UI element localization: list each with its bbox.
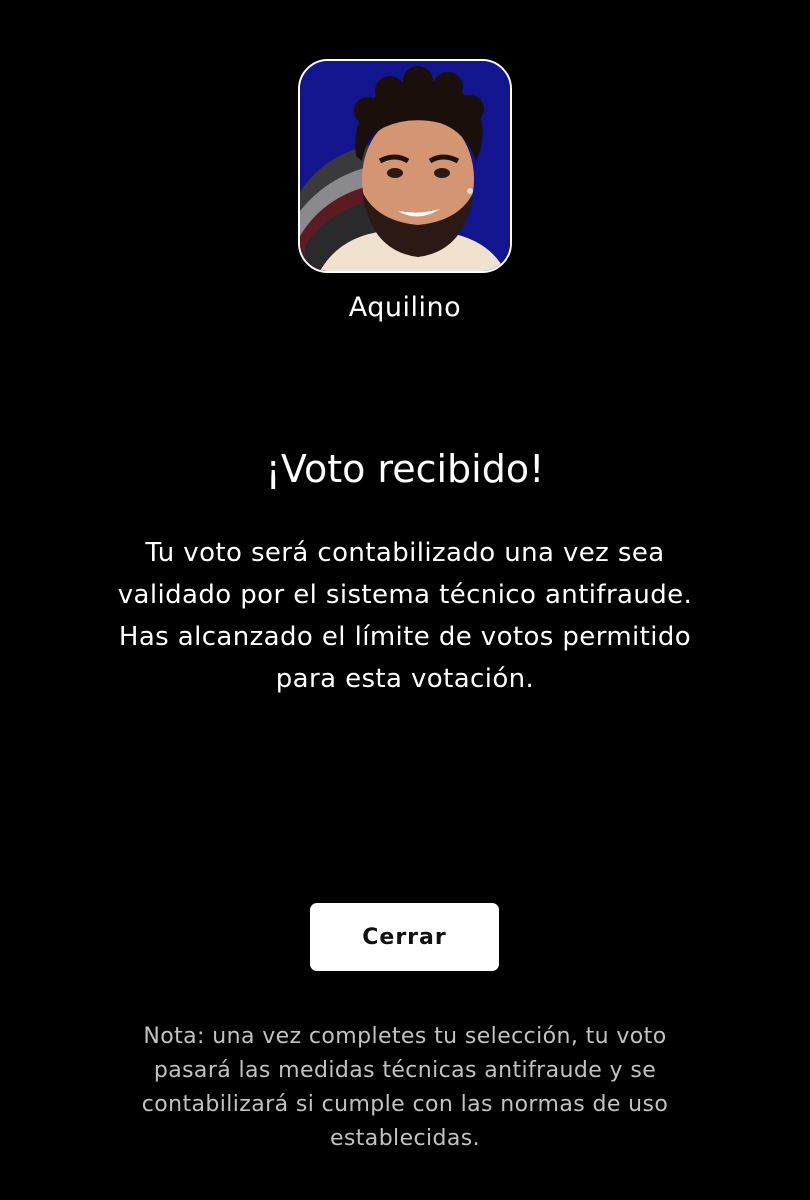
- note-line: contabilizará si cumple con las normas d…: [141, 1092, 669, 1117]
- note-line: pasará las medidas técnicas antifraude y…: [153, 1058, 657, 1083]
- contestant-portrait-icon: [300, 61, 510, 271]
- note-line: establecidas.: [329, 1126, 481, 1151]
- message-line: para esta votación.: [275, 664, 535, 694]
- confirmation-message: Tu voto será contabilizado una vez sea v…: [80, 532, 730, 700]
- message-line: Tu voto será contabilizado una vez sea: [145, 538, 665, 568]
- contestant-photo: [298, 59, 512, 273]
- close-button[interactable]: Cerrar: [310, 903, 499, 971]
- note-line: Nota: una vez completes tu selección, tu…: [143, 1024, 667, 1049]
- message-line: validado por el sistema técnico antifrau…: [117, 580, 693, 610]
- contestant-name: Aquilino: [348, 292, 462, 323]
- confirmation-title: ¡Voto recibido!: [265, 447, 545, 491]
- message-line: Has alcanzado el límite de votos permiti…: [118, 622, 692, 652]
- footer-note: Nota: una vez completes tu selección, tu…: [80, 1020, 730, 1156]
